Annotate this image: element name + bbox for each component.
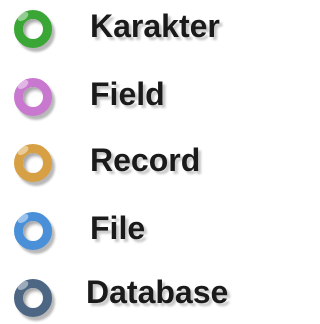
legend-item-file: File [0,202,260,260]
ring-icon [14,78,52,116]
ring-icon [14,144,52,182]
legend-label: Karakter [90,8,220,44]
legend-label: Database [86,274,229,310]
legend-item-database: Database [0,266,260,324]
ring-icon [14,212,52,250]
legend-label: Record [90,142,201,178]
legend-item-karakter: Karakter [0,0,260,58]
legend-item-field: Field [0,68,260,126]
ring-icon [14,279,52,317]
legend-label: File [90,210,146,246]
legend-item-record: Record [0,134,260,192]
ring-icon [14,10,52,48]
hierarchy-legend: Karakter Field Record File Database [0,0,260,324]
legend-label: Field [90,76,165,112]
